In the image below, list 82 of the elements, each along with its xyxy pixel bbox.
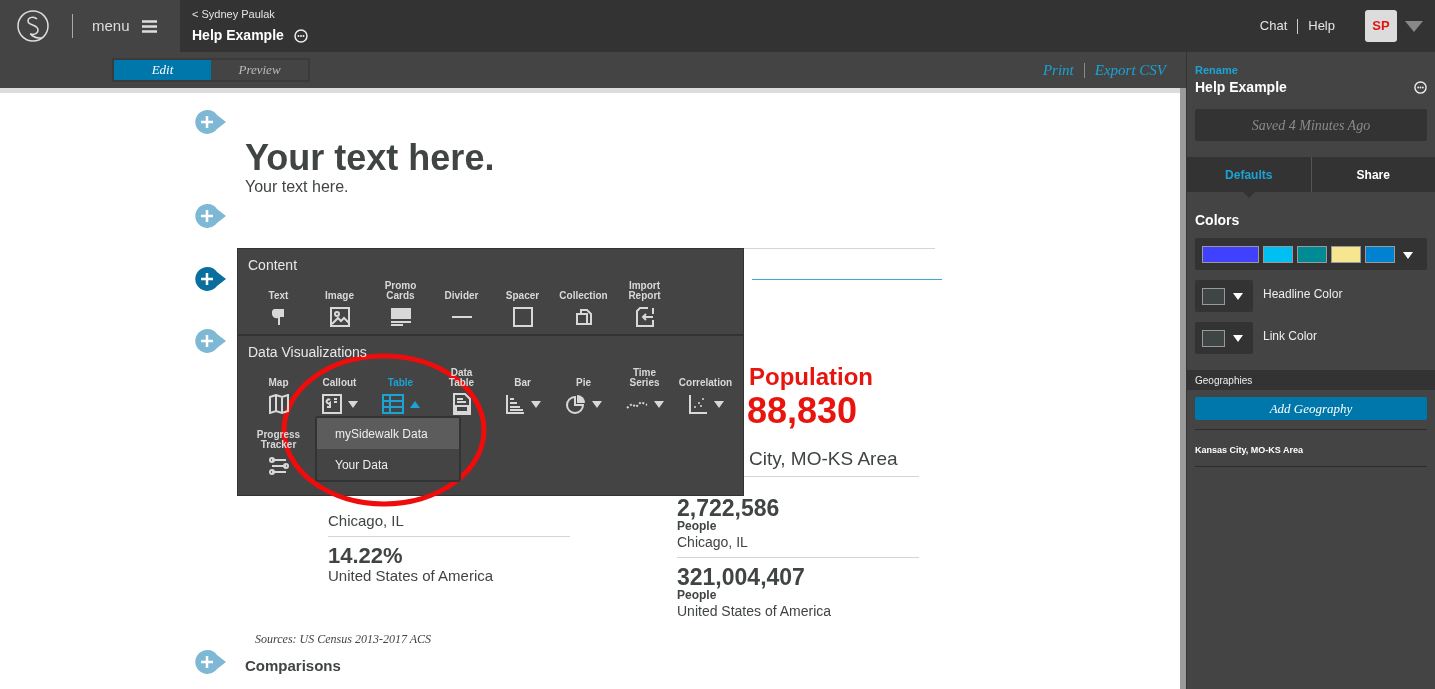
add-geography-button[interactable]: Add Geography — [1195, 397, 1427, 420]
caret-icon — [1233, 292, 1243, 300]
color-label: Headline Color — [1263, 286, 1343, 303]
stat-value: 88,830 — [747, 391, 859, 431]
stat-place: City, MO-KS Area — [749, 448, 899, 470]
color-label: Link Color — [1263, 328, 1318, 345]
menu-section-title: Content — [248, 257, 298, 273]
csv-file-icon — [452, 393, 471, 415]
add-block-button[interactable] — [195, 267, 227, 291]
section-header: Geographies — [1187, 370, 1435, 390]
insert-option[interactable]: Spacer — [492, 267, 553, 329]
insert-option[interactable]: Image — [309, 267, 370, 329]
report-title: Help Example — [192, 26, 284, 46]
map-icon — [268, 394, 289, 414]
insert-option[interactable]: Time Series — [614, 354, 675, 416]
sources-note: Sources: US Census 2013-2017 ACS — [255, 631, 431, 648]
percent-icon — [321, 394, 342, 414]
pie-chart-icon — [565, 394, 586, 414]
cards-icon — [389, 307, 412, 327]
insert-option[interactable]: Promo Cards — [370, 267, 431, 329]
color-dropdown[interactable] — [1195, 280, 1253, 312]
caret-icon — [713, 400, 724, 408]
section-heading: Comparisons — [245, 658, 341, 674]
stat-place: Chicago, IL — [677, 533, 749, 551]
import-icon — [635, 307, 654, 327]
palette-picker[interactable] — [1195, 238, 1427, 270]
logo-icon[interactable] — [16, 9, 50, 43]
scatter-chart-icon — [687, 394, 708, 414]
paragraph-icon — [271, 308, 286, 326]
stat-value: 321,004,407 — [677, 566, 806, 588]
caret-icon — [591, 400, 602, 408]
insert-option[interactable]: Pie — [553, 354, 614, 416]
caret-icon[interactable] — [1405, 20, 1423, 32]
header-link[interactable]: Chat — [1259, 16, 1288, 36]
stat-unit: People — [677, 519, 717, 533]
stat-place: Chicago, IL — [328, 512, 405, 530]
menu-button[interactable]: menu — [92, 14, 157, 38]
line-chart-icon — [625, 399, 648, 409]
panel-tab[interactable]: Defaults — [1187, 157, 1311, 192]
dropdown-option[interactable]: mySidewalk Data — [317, 418, 459, 449]
body-text: Your text here. — [245, 178, 350, 196]
insert-option[interactable]: Collection — [553, 267, 614, 329]
stat-title: Population — [749, 363, 874, 391]
section-title: Colors — [1195, 212, 1241, 228]
headline: Your text here. — [245, 138, 496, 178]
more-icon[interactable] — [1414, 81, 1427, 94]
stat-value: 14.22% — [328, 545, 404, 567]
image-icon — [329, 307, 350, 327]
tracker-icon — [267, 457, 290, 475]
mode-tab[interactable]: Edit — [114, 60, 211, 80]
caret-icon — [1233, 334, 1243, 342]
insert-option[interactable]: Divider — [431, 267, 492, 329]
back-link[interactable]: < Sydney Paulak — [192, 5, 308, 23]
panel-tab[interactable]: Share — [1310, 157, 1435, 192]
header-link[interactable]: Help — [1308, 16, 1335, 36]
geography-item[interactable]: Kansas City, MO-KS Area — [1195, 445, 1304, 455]
grid-icon — [381, 394, 404, 414]
user-avatar[interactable]: SP — [1365, 10, 1397, 42]
stat-place: United States of America — [328, 567, 495, 585]
scrollbar[interactable] — [1180, 88, 1186, 689]
panel-title: Help Example — [1195, 78, 1287, 97]
bar-chart-icon — [504, 394, 525, 414]
square-icon — [512, 307, 533, 327]
stat-unit: People — [677, 588, 717, 602]
caret-icon — [653, 400, 664, 408]
line-icon — [450, 315, 473, 319]
caret-icon — [530, 400, 541, 408]
stat-value: 2,722,586 — [677, 497, 781, 519]
caret-icon — [409, 400, 420, 408]
dropdown-option[interactable]: Your Data — [317, 449, 459, 480]
caret-icon — [347, 400, 358, 408]
menu-section-title: Data Visualizations — [248, 344, 367, 360]
more-icon[interactable] — [293, 28, 308, 43]
insert-option[interactable]: Correlation — [675, 354, 736, 416]
save-status: Saved 4 Minutes Ago — [1195, 109, 1427, 141]
menu-icon — [141, 19, 157, 33]
stat-place: United States of America — [677, 602, 833, 620]
insert-option[interactable]: Import Report — [614, 267, 675, 329]
caret-icon — [1403, 252, 1413, 259]
copy-icon — [574, 308, 593, 326]
color-dropdown[interactable] — [1195, 322, 1253, 354]
insert-option[interactable]: Bar — [492, 354, 553, 416]
